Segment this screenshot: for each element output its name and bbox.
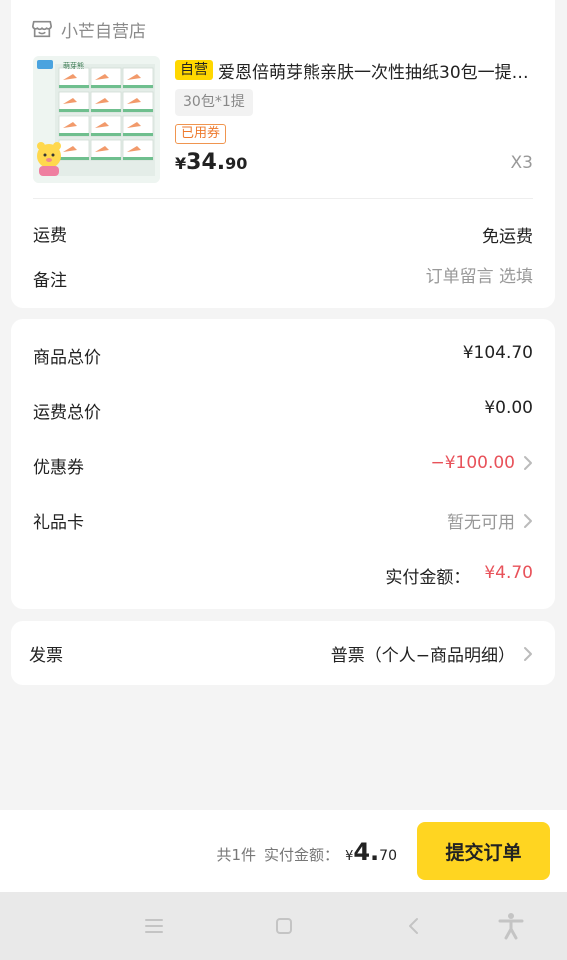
price-summary-card: 商品总价 ¥104.70 运费总价 ¥0.00 优惠券 −¥100.00 礼品卡… <box>11 319 555 609</box>
coupon-label: 优惠券 <box>33 458 84 478</box>
home-icon[interactable] <box>270 912 298 940</box>
shop-header[interactable]: 小芒自营店 <box>31 16 146 42</box>
shipping-total-row: 运费总价 ¥0.00 <box>11 398 555 423</box>
checkout-amount-decimal: 70 <box>379 848 397 864</box>
product-title-row[interactable]: 自营 爱恩倍萌芽熊亲肤一次性抽纸30包一提家用卫生纸 <box>175 58 537 83</box>
checkout-summary: 共1件 实付金额： ¥ 4. 70 <box>217 838 398 866</box>
system-nav-bar <box>0 892 567 960</box>
goods-total-row: 商品总价 ¥104.70 <box>11 343 555 368</box>
shipping-label: 运费 <box>33 226 67 246</box>
checkout-amount-integer: 4. <box>353 838 380 866</box>
checkout-yen-symbol: ¥ <box>345 849 354 864</box>
shop-name: 小芒自营店 <box>61 21 146 42</box>
goods-total-value: ¥104.70 <box>462 343 533 363</box>
image-brand-text: 萌芽熊 <box>63 61 84 70</box>
invoice-value-wrap: 普票（个人−商品明细） <box>331 641 533 666</box>
shipping-total-value: ¥0.00 <box>484 398 533 418</box>
coupon-used-badge: 已用券 <box>175 124 227 144</box>
menu-icon[interactable] <box>140 912 168 940</box>
checkout-paid-label: 实付金额： <box>264 846 340 864</box>
chevron-right-icon <box>524 513 532 528</box>
self-operated-badge: 自营 <box>175 60 213 80</box>
actual-paid-value: ¥4.70 <box>484 563 533 583</box>
item-count: 共1件 <box>216 846 257 864</box>
price-symbol: ¥ <box>175 154 187 173</box>
actual-paid-label: 实付金额： <box>385 568 471 588</box>
price-integer: 34. <box>186 150 226 175</box>
giftcard-value: 暂无可用 <box>447 513 515 533</box>
accessibility-icon[interactable] <box>497 912 525 940</box>
coupon-value: −¥100.00 <box>430 453 515 473</box>
note-input[interactable]: 订单留言 选填 <box>426 262 533 287</box>
product-card: 小芒自营店 萌芽熊 自营 爱恩倍萌芽熊亲肤一次性抽纸30包一提家 30包*1提 … <box>11 0 555 308</box>
shipping-value: 免运费 <box>482 227 533 247</box>
giftcard-row[interactable]: 礼品卡 暂无可用 <box>11 508 555 533</box>
checkout-bar: 共1件 实付金额： ¥ 4. 70 提交订单 <box>0 810 567 892</box>
invoice-value: 普票（个人−商品明细） <box>330 646 515 666</box>
coupon-row[interactable]: 优惠券 −¥100.00 <box>11 453 555 478</box>
product-spec: 30包*1提 <box>175 89 253 116</box>
price-decimal: 90 <box>225 154 248 173</box>
actual-paid-row: 实付金额： ¥4.70 <box>385 563 533 588</box>
note-label: 备注 <box>33 271 67 291</box>
back-icon[interactable] <box>400 912 428 940</box>
coupon-value-wrap: −¥100.00 <box>430 453 533 473</box>
store-icon <box>32 20 52 38</box>
giftcard-label: 礼品卡 <box>33 513 84 533</box>
chevron-right-icon <box>524 646 532 661</box>
product-title: 爱恩倍萌芽熊亲肤一次性抽纸30包一提家用卫生纸 <box>218 62 537 83</box>
invoice-label: 发票 <box>29 646 63 666</box>
chevron-right-icon <box>524 456 532 470</box>
product-quantity: X3 <box>510 153 533 173</box>
shipping-total-label: 运费总价 <box>33 403 101 423</box>
invoice-card[interactable]: 发票 普票（个人−商品明细） <box>11 621 555 685</box>
giftcard-value-wrap: 暂无可用 <box>447 508 533 533</box>
product-image[interactable]: 萌芽熊 <box>33 56 160 183</box>
product-price: ¥ 34. 90 <box>175 150 247 180</box>
submit-order-button[interactable]: 提交订单 <box>417 822 550 880</box>
divider <box>33 198 533 199</box>
goods-total-label: 商品总价 <box>33 348 101 368</box>
